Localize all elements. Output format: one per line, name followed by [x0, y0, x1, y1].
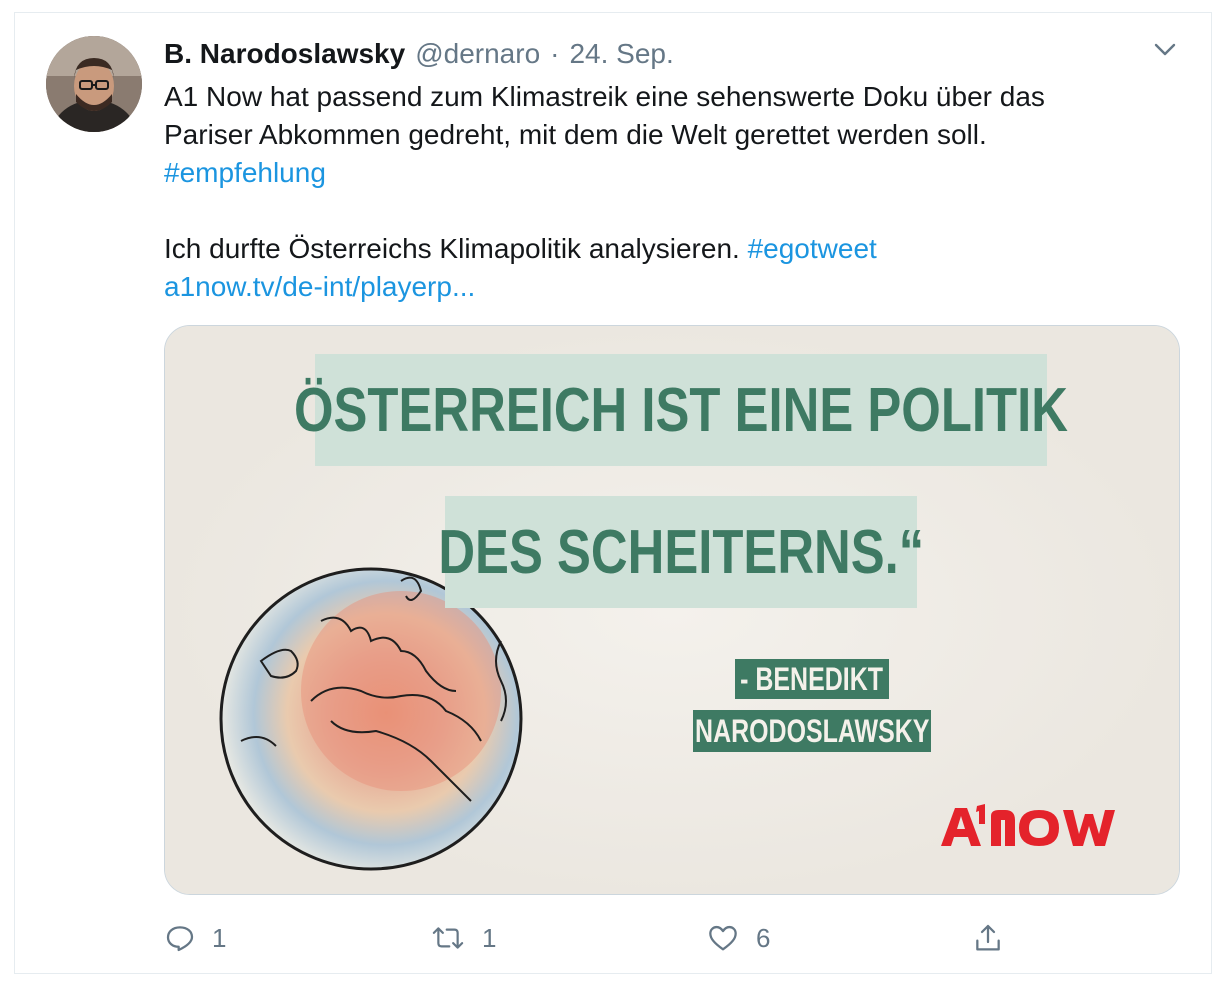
tweet-text-line: A1 Now hat passend zum Klimastreik eine …	[164, 81, 1045, 112]
media-card[interactable]: ÖSTERREICH IST EINE POLITIK DES SCHEITER…	[164, 325, 1180, 895]
quote-line-2: DES SCHEITERNS.“	[438, 496, 924, 608]
reply-button[interactable]: 1	[164, 918, 226, 958]
retweet-icon	[432, 927, 464, 949]
quote-line-1: ÖSTERREICH IST EINE POLITIK	[294, 354, 1068, 466]
heart-icon	[709, 925, 737, 951]
like-button[interactable]: 6	[706, 918, 770, 958]
tweet-text-line: Ich durfte Österreichs Klimapolitik anal…	[164, 230, 1164, 268]
quote-text: DES SCHEITERNS.“	[438, 517, 924, 587]
author-text: NARODOSLAWSKY	[694, 712, 930, 749]
like-count: 6	[756, 922, 771, 953]
tweet-text-segment: Ich durfte Österreichs Klimapolitik anal…	[164, 233, 740, 264]
author-text: - BENEDIKT	[740, 660, 884, 697]
reply-icon	[166, 926, 194, 952]
a1now-logo	[941, 804, 1115, 846]
chevron-down-icon[interactable]	[1150, 38, 1180, 62]
separator-dot: ·	[550, 38, 560, 69]
hashtag-link[interactable]: #empfehlung	[164, 154, 1164, 192]
share-button[interactable]	[972, 918, 1020, 958]
author-name[interactable]: B. Narodoslawsky	[164, 38, 405, 70]
avatar[interactable]	[46, 36, 142, 132]
retweet-button[interactable]: 1	[430, 918, 496, 958]
tweet-date[interactable]: 24. Sep.	[569, 38, 673, 70]
tweet-text: A1 Now hat passend zum Klimastreik eine …	[164, 78, 1164, 306]
author-label-1: - BENEDIKT	[735, 659, 889, 699]
author-label-2: NARODOSLAWSKY	[693, 710, 931, 752]
author-handle[interactable]: @dernaro	[415, 38, 540, 70]
retweet-count: 1	[482, 922, 497, 953]
share-icon	[976, 924, 1000, 951]
tweet-text-line: Pariser Abkommen gedreht, mit dem die We…	[164, 119, 987, 150]
tweet-actions: 1 1 6	[164, 918, 1184, 958]
reply-count: 1	[212, 922, 227, 953]
quote-text: ÖSTERREICH IST EINE POLITIK	[294, 375, 1068, 445]
line-break	[164, 192, 1164, 230]
tweet-header: B. Narodoslawsky @dernaro · 24. Sep.	[164, 36, 674, 72]
url-link[interactable]: a1now.tv/de-int/playerp...	[164, 268, 1164, 306]
hashtag-link[interactable]: #egotweet	[748, 233, 877, 264]
